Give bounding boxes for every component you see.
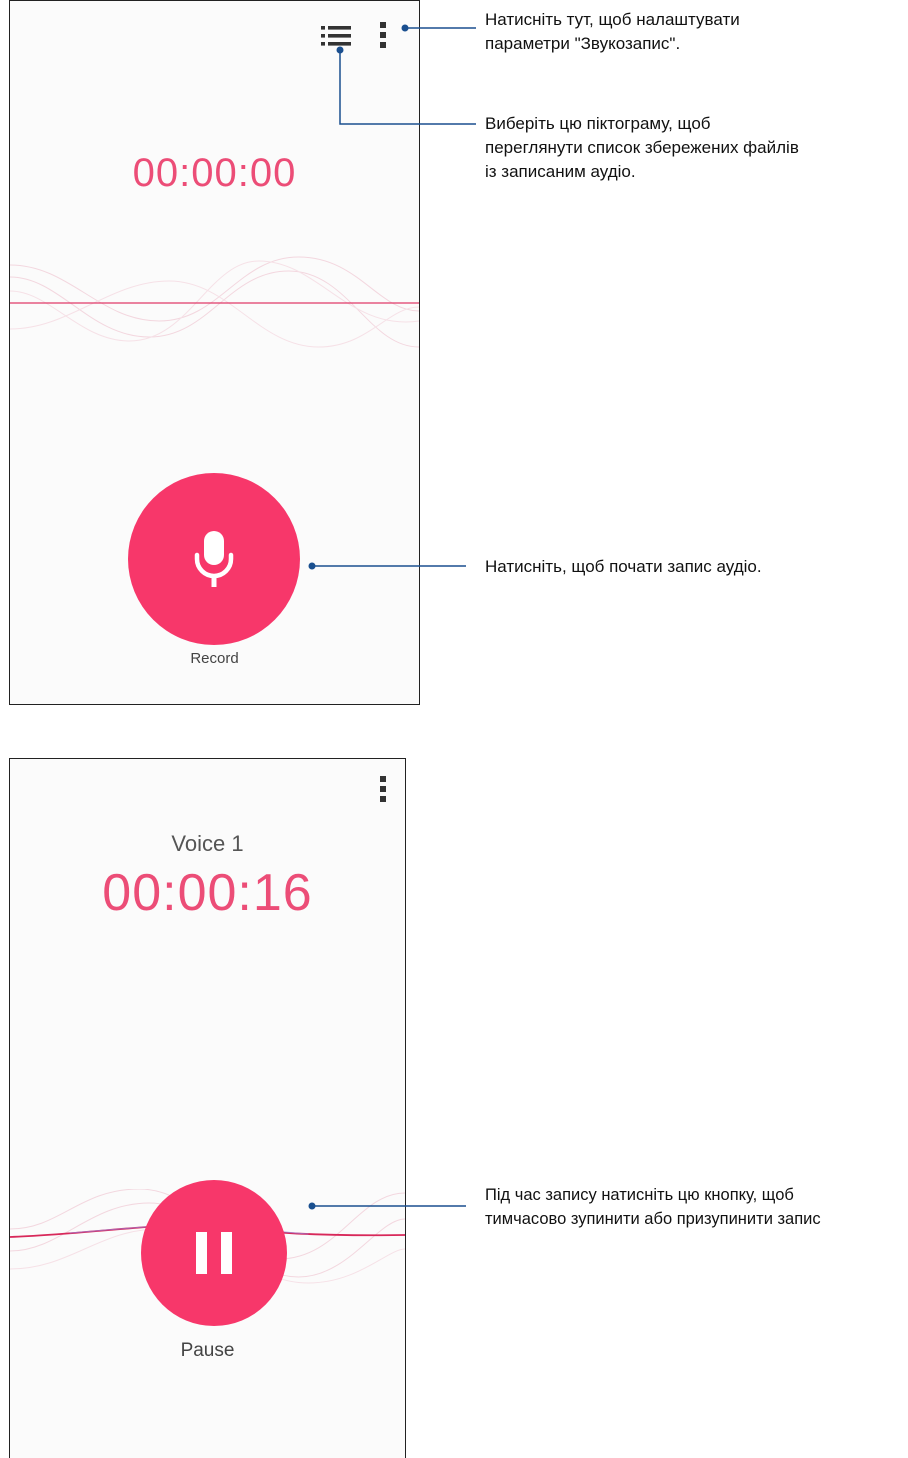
callout-pause: Під час запису натисніть цю кнопку, щоб … bbox=[485, 1183, 821, 1231]
callout-settings-line1: Натисніть тут, щоб налаштувати bbox=[485, 10, 740, 29]
callout-settings: Натисніть тут, щоб налаштувати параметри… bbox=[485, 8, 740, 56]
more-vert-icon[interactable] bbox=[379, 776, 387, 802]
list-icon[interactable] bbox=[321, 25, 351, 47]
recording-name: Voice 1 bbox=[171, 831, 244, 856]
record-label: Record bbox=[190, 650, 239, 667]
microphone-icon bbox=[194, 531, 234, 587]
recorder-screen-recording: Voice 1 00:00:16 Pause bbox=[9, 758, 406, 1458]
callout-pause-line2: тимчасово зупинити або призупинити запис bbox=[485, 1210, 821, 1228]
callout-record: Натисніть, щоб почати запис аудіо. bbox=[485, 555, 762, 579]
callout-list-line1: Виберіть цю піктограму, щоб bbox=[485, 114, 711, 133]
record-button[interactable] bbox=[128, 473, 300, 645]
more-vert-icon[interactable] bbox=[379, 22, 387, 48]
pause-icon bbox=[196, 1232, 232, 1274]
pause-button[interactable] bbox=[141, 1180, 287, 1326]
waveform bbox=[10, 256, 419, 348]
callout-list-line2: переглянути список збережених файлів bbox=[485, 138, 799, 157]
callout-settings-line2: параметри "Звукозапис". bbox=[485, 34, 681, 53]
callout-list-line3: із записаним аудіо. bbox=[485, 162, 636, 181]
pause-label: Pause bbox=[180, 1340, 235, 1361]
elapsed-timer: 00:00:00 bbox=[132, 151, 297, 195]
recorder-screen-idle: 00:00:00 Record bbox=[9, 0, 420, 705]
callout-pause-line1: Під час запису натисніть цю кнопку, щоб bbox=[485, 1186, 794, 1204]
elapsed-timer: 00:00:16 bbox=[102, 864, 313, 922]
callout-list: Виберіть цю піктограму, щоб переглянути … bbox=[485, 112, 799, 184]
callout-record-line1: Натисніть, щоб почати запис аудіо. bbox=[485, 557, 762, 576]
